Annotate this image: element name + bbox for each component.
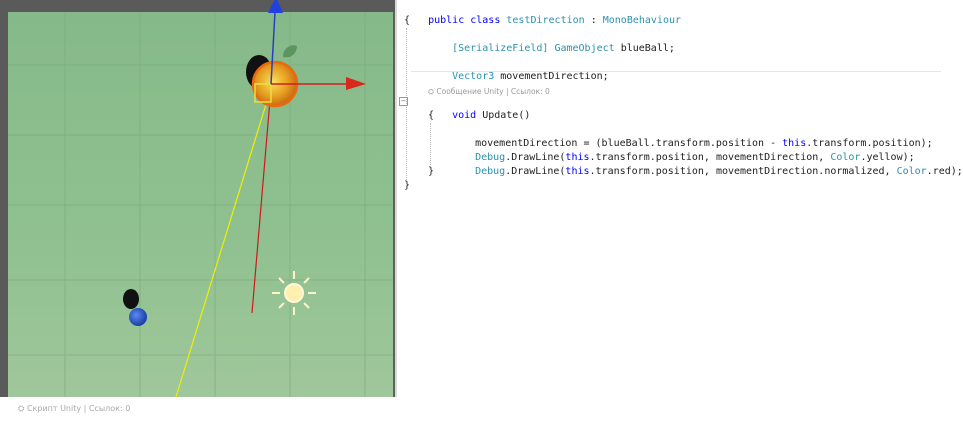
sun-light-icon: [272, 271, 316, 315]
keyword-void: void: [452, 110, 477, 121]
gizmo-leaf-icon: [283, 45, 297, 58]
class-name: testDirection: [506, 15, 585, 26]
scene-top-bar: [0, 0, 395, 12]
pane-divider[interactable]: [395, 0, 397, 397]
keyword-public: public: [428, 15, 465, 26]
collapse-method-icon[interactable]: −: [399, 97, 408, 106]
indent-guide-method: [430, 123, 431, 165]
method-open-brace: {: [428, 110, 435, 121]
scene-grid: [8, 12, 393, 397]
drawline-args: .transform.position, movementDirection.n…: [589, 166, 897, 177]
keyword-this: this: [565, 166, 590, 177]
class-open-brace: {: [404, 15, 411, 26]
code-editor[interactable]: public class testDirection : MonoBehavio…: [399, 0, 963, 200]
type-color: Color: [896, 166, 927, 177]
blue-ball: [129, 308, 147, 326]
code-line-drawline-yellow: Debug.DrawLine(this.transform.position, …: [451, 137, 915, 163]
red-normalized-line: [251, 87, 272, 314]
scene-canvas[interactable]: [0, 0, 395, 397]
type-vector3: Vector3: [452, 71, 495, 82]
method-name-update: Update(): [476, 110, 531, 121]
codelens-footer[interactable]: ⛭ Скрипт Unity | Ссылок: 0: [18, 404, 130, 414]
scene-view[interactable]: [0, 0, 395, 397]
code-line-update-signature: void Update(): [428, 95, 530, 121]
member-separator: [411, 71, 941, 72]
code-line-class: public class testDirection : MonoBehavio…: [404, 0, 681, 26]
yellow-direction-line: [175, 87, 272, 397]
type-debug: Debug: [475, 166, 506, 177]
code-line-field-blueball: [SerializeField] GameObject blueBall;: [428, 28, 675, 54]
serialize-field-attribute: [SerializeField]: [452, 43, 549, 54]
field-name-blueball: blueBall;: [614, 43, 675, 54]
code-line-drawline-red: Debug.DrawLine(this.transform.position, …: [451, 151, 963, 177]
class-close-brace: }: [404, 180, 411, 191]
field-name-direction: movementDirection;: [494, 71, 609, 82]
x-axis-arrow-icon: [346, 77, 366, 90]
code-line-assign-direction: movementDirection = (blueBall.transform.…: [451, 123, 933, 149]
base-class-name: MonoBehaviour: [602, 15, 682, 26]
blue-ball-shadow: [123, 289, 139, 309]
keyword-class: class: [470, 15, 501, 26]
method-close-brace: }: [428, 166, 435, 177]
code-line-field-direction: Vector3 movementDirection;: [428, 56, 609, 82]
type-gameobject: GameObject: [554, 43, 615, 54]
inheritance-separator: :: [584, 15, 603, 26]
drawline-call: .DrawLine(: [505, 166, 566, 177]
scene-left-bar: [0, 0, 8, 397]
color-red: .red);: [926, 166, 963, 177]
